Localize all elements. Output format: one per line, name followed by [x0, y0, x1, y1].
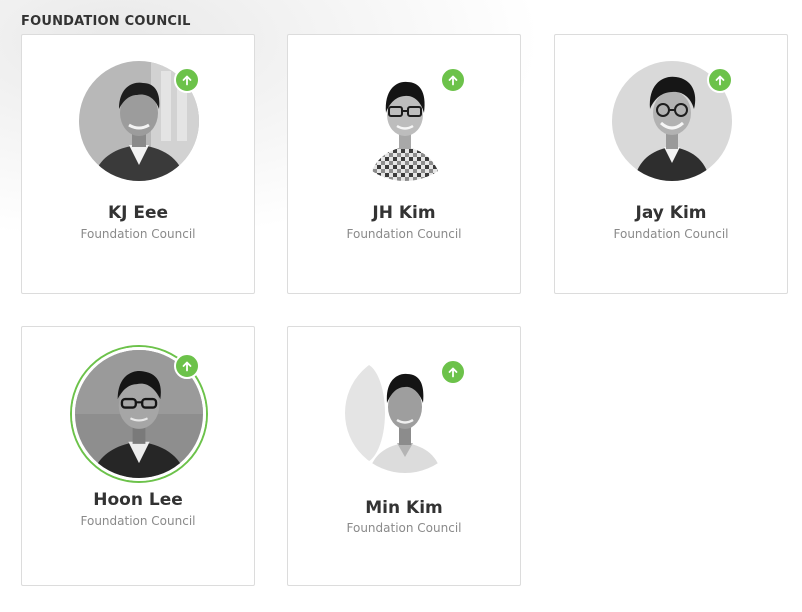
member-role: Foundation Council	[613, 227, 729, 241]
promote-badge[interactable]	[174, 353, 200, 379]
avatar-container	[72, 347, 206, 481]
member-name: Hoon Lee	[93, 490, 183, 510]
member-role: Foundation Council	[80, 227, 196, 241]
member-card-jay-kim[interactable]: Jay Kim Foundation Council	[554, 34, 788, 294]
member-card-jh-kim[interactable]: JH Kim Foundation Council	[287, 34, 521, 294]
promote-badge[interactable]	[174, 67, 200, 93]
member-name: Min Kim	[365, 498, 443, 518]
arrow-up-icon	[448, 75, 458, 86]
avatar-container	[612, 61, 733, 181]
avatar-container	[345, 353, 466, 473]
member-name: JH Kim	[372, 203, 436, 223]
promote-badge[interactable]	[707, 67, 733, 93]
member-card-kj-eee[interactable]: KJ Eee Foundation Council	[21, 34, 255, 294]
member-card-min-kim[interactable]: Min Kim Foundation Council	[287, 326, 521, 586]
arrow-up-icon	[182, 75, 192, 86]
member-card-hoon-lee[interactable]: Hoon Lee Foundation Council	[21, 326, 255, 586]
promote-badge[interactable]	[440, 359, 466, 385]
member-name: Jay Kim	[635, 203, 707, 223]
arrow-up-icon	[715, 75, 725, 86]
member-name: KJ Eee	[107, 203, 169, 223]
avatar-container	[345, 61, 466, 181]
promote-badge[interactable]	[440, 67, 466, 93]
member-role: Foundation Council	[346, 521, 462, 535]
avatar-container	[79, 61, 200, 181]
arrow-up-icon	[182, 361, 192, 372]
section-title: FOUNDATION COUNCIL	[21, 14, 191, 29]
arrow-up-icon	[448, 367, 458, 378]
member-role: Foundation Council	[346, 227, 462, 241]
member-role: Foundation Council	[80, 514, 196, 528]
